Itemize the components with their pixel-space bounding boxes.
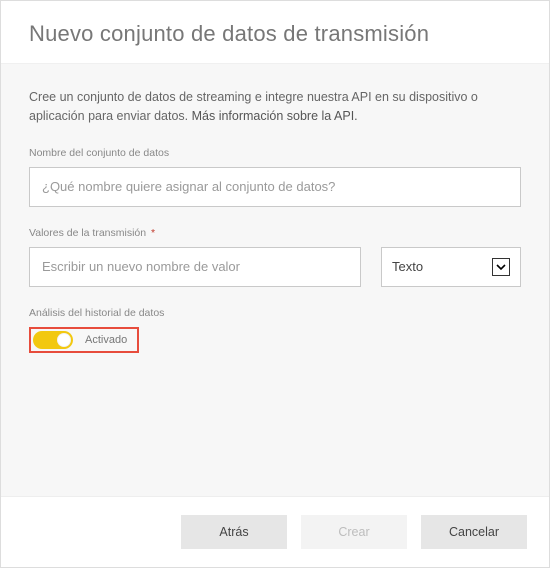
history-toggle-state: Activado (85, 334, 127, 346)
dataset-name-input[interactable] (29, 167, 521, 207)
required-indicator: * (151, 227, 155, 239)
desc-text-2: aplicación para enviar datos. (29, 109, 192, 123)
stream-value-name-col (29, 247, 361, 287)
desc-text-1: Cree un conjunto de datos de streaming e… (29, 90, 478, 104)
stream-values-label-text: Valores de la transmisión (29, 227, 146, 239)
dialog-body: Cree un conjunto de datos de streaming e… (1, 64, 549, 496)
chevron-down-icon (492, 258, 510, 276)
stream-values-label: Valores de la transmisión * (29, 227, 521, 239)
stream-value-type-col: Texto (381, 247, 521, 287)
back-button[interactable]: Atrás (181, 515, 287, 549)
history-toggle[interactable] (33, 331, 73, 349)
history-analysis-label: Análisis del historial de datos (29, 307, 521, 319)
toggle-knob (57, 333, 71, 347)
stream-value-type-selected: Texto (392, 259, 423, 274)
cancel-button[interactable]: Cancelar (421, 515, 527, 549)
dialog-title: Nuevo conjunto de datos de transmisión (29, 21, 521, 47)
create-button: Crear (301, 515, 407, 549)
dialog-footer: Atrás Crear Cancelar (1, 496, 549, 567)
dialog-header: Nuevo conjunto de datos de transmisión (1, 1, 549, 64)
stream-value-row: Texto (29, 247, 521, 287)
stream-value-name-input[interactable] (29, 247, 361, 287)
dataset-name-label: Nombre del conjunto de datos (29, 147, 521, 159)
history-toggle-highlight: Activado (29, 327, 139, 353)
dialog-description: Cree un conjunto de datos de streaming e… (29, 88, 521, 127)
api-info-link[interactable]: Más información sobre la API. (192, 109, 358, 123)
stream-value-type-select[interactable]: Texto (381, 247, 521, 287)
streaming-dataset-dialog: Nuevo conjunto de datos de transmisión C… (0, 0, 550, 568)
